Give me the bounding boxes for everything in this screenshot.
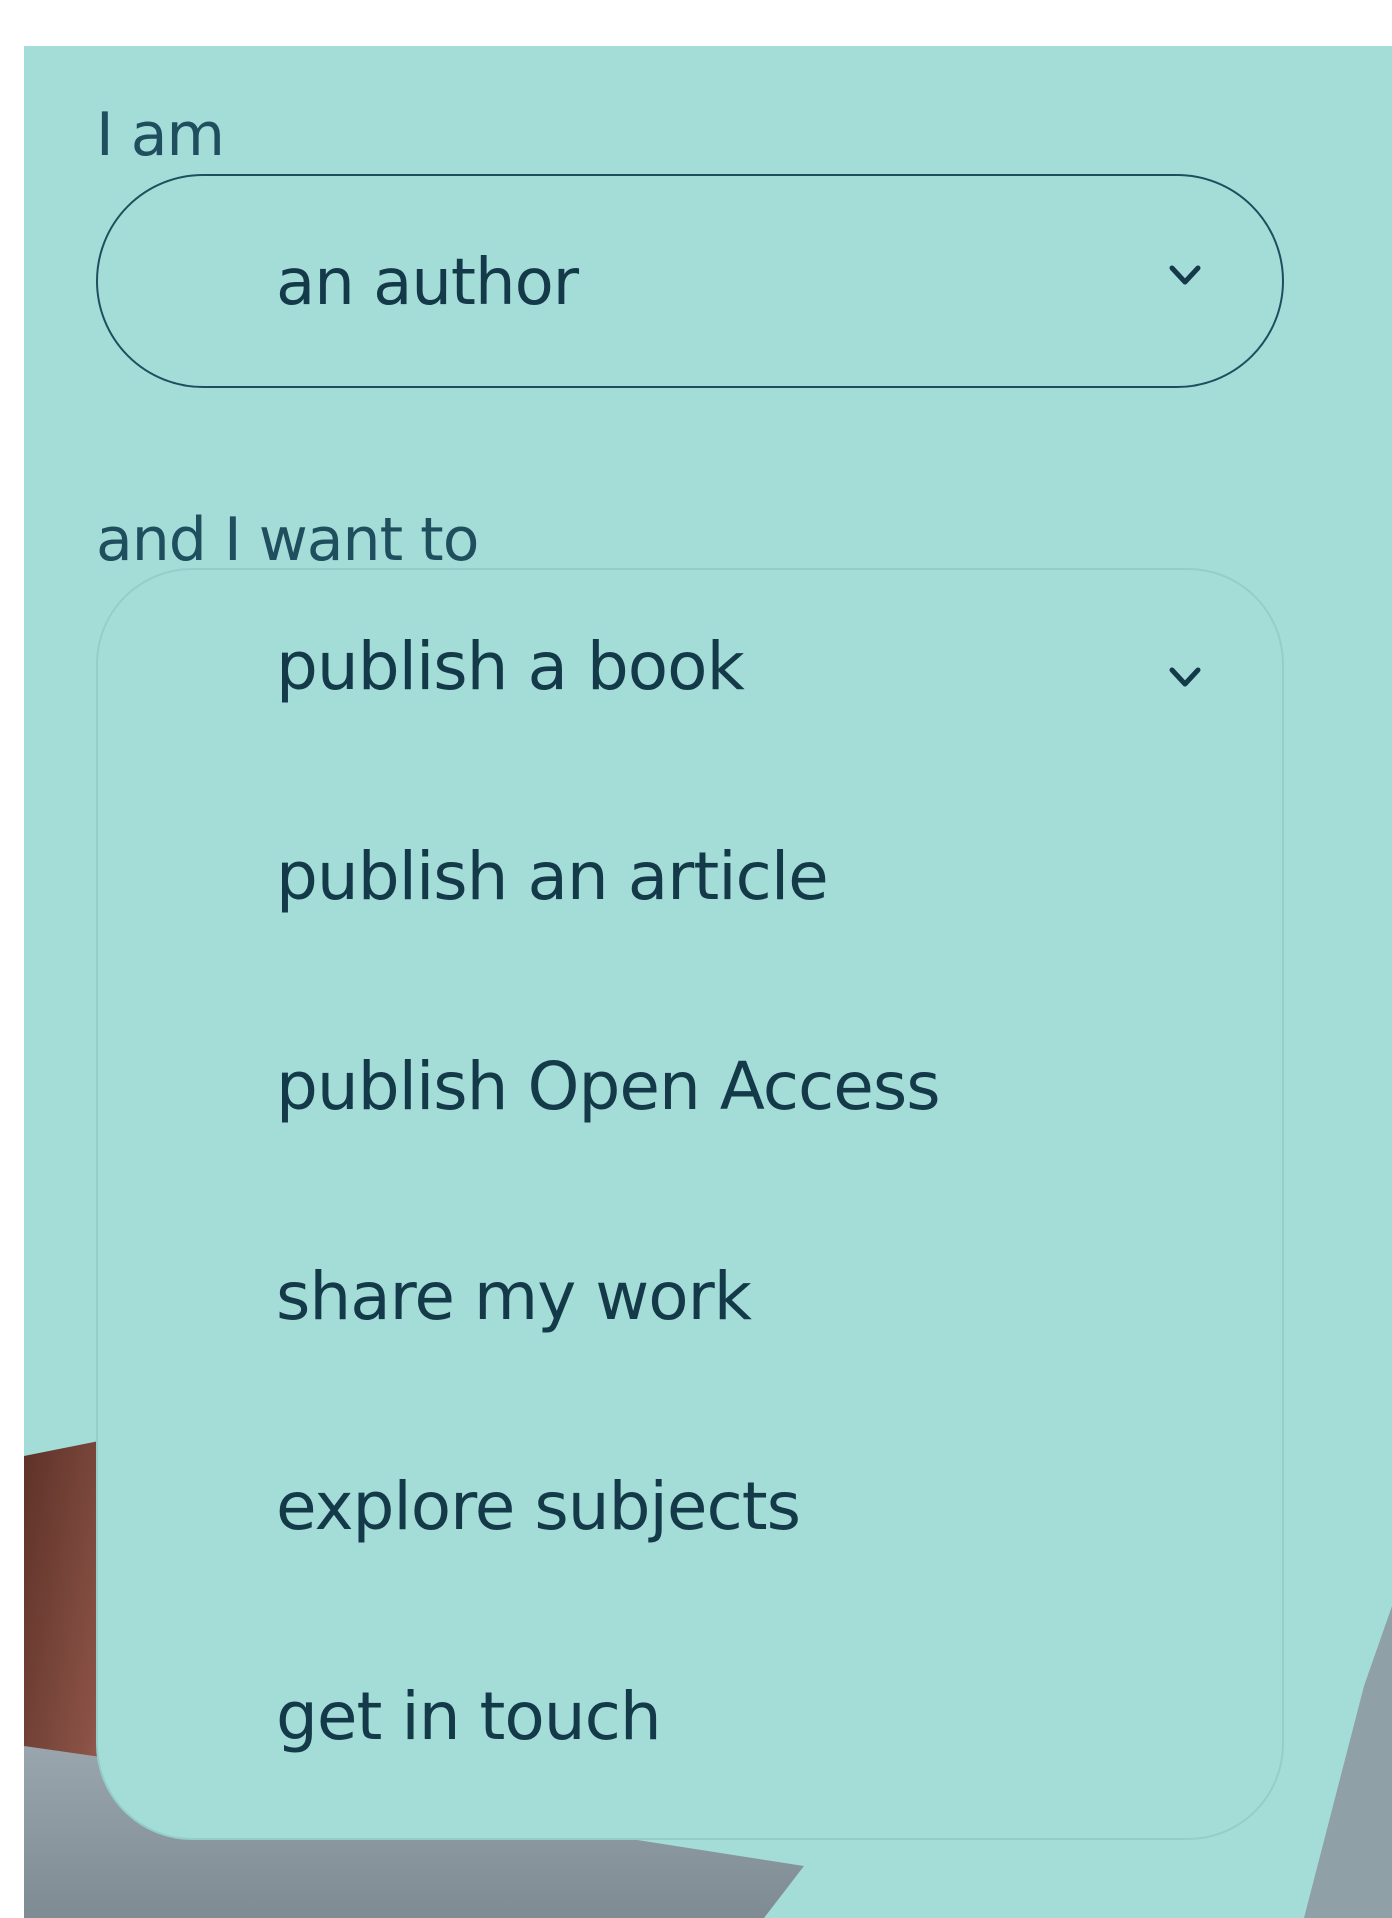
role-label: I am	[96, 100, 225, 170]
background-photo-right	[1304, 1606, 1392, 1918]
intent-option-publish-open-access[interactable]: publish Open Access	[276, 1048, 941, 1125]
role-select[interactable]: an author	[96, 174, 1284, 388]
intent-label: and I want to	[96, 505, 479, 575]
role-select-value: an author	[276, 246, 579, 320]
intent-option-publish-book[interactable]: publish a book	[276, 628, 745, 705]
chevron-down-icon	[1169, 265, 1201, 285]
intent-dropdown-open: publish a book publish an article publis…	[96, 568, 1284, 1840]
chevron-down-icon[interactable]	[1168, 660, 1202, 694]
intent-option-get-in-touch[interactable]: get in touch	[276, 1678, 662, 1755]
intent-option-publish-article[interactable]: publish an article	[276, 838, 829, 915]
intent-option-explore-subjects[interactable]: explore subjects	[276, 1468, 801, 1545]
intent-option-share-work[interactable]: share my work	[276, 1258, 752, 1335]
